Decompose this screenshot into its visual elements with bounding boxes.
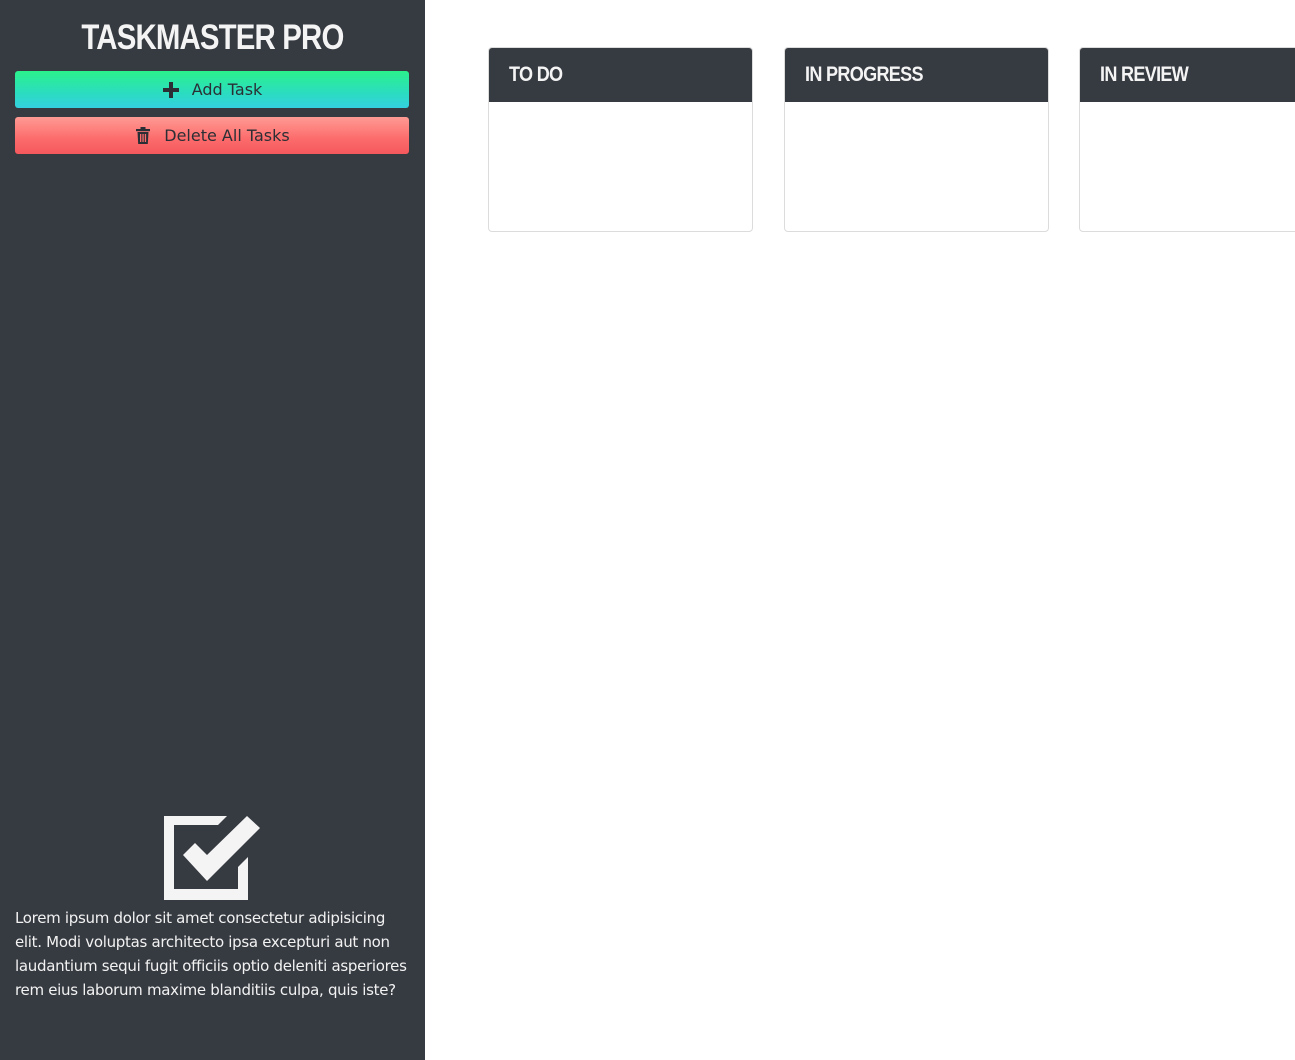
column-in-review[interactable]: IN REVIEW [1079,47,1295,232]
delete-all-tasks-button[interactable]: Delete All Tasks [15,117,409,154]
column-header: TO DO [489,48,752,102]
add-task-button[interactable]: Add Task [15,71,409,108]
column-todo[interactable]: TO DO [488,47,753,232]
sidebar-description: Lorem ipsum dolor sit amet consectetur a… [15,909,407,999]
column-dropzone[interactable] [1080,102,1295,231]
trash-icon [134,127,152,145]
column-title: TO DO [509,63,563,86]
plus-icon [162,81,180,99]
column-header: IN PROGRESS [785,48,1048,102]
add-task-label: Add Task [191,80,263,99]
column-in-progress[interactable]: IN PROGRESS [784,47,1049,232]
sidebar: TASKMASTER PRO EDITION Add Task [0,0,425,1060]
checkbox-checked-icon [163,815,261,901]
delete-all-tasks-label: Delete All Tasks [164,126,290,145]
column-dropzone[interactable] [785,102,1048,231]
column-title: IN PROGRESS [805,63,924,86]
column-title: IN REVIEW [1100,63,1189,86]
task-board: TO DO IN PROGRESS IN REVIEW [425,0,1295,1060]
app-root: TASKMASTER PRO EDITION Add Task [0,0,1295,1060]
column-header: IN REVIEW [1080,48,1295,102]
column-dropzone[interactable] [489,102,752,231]
